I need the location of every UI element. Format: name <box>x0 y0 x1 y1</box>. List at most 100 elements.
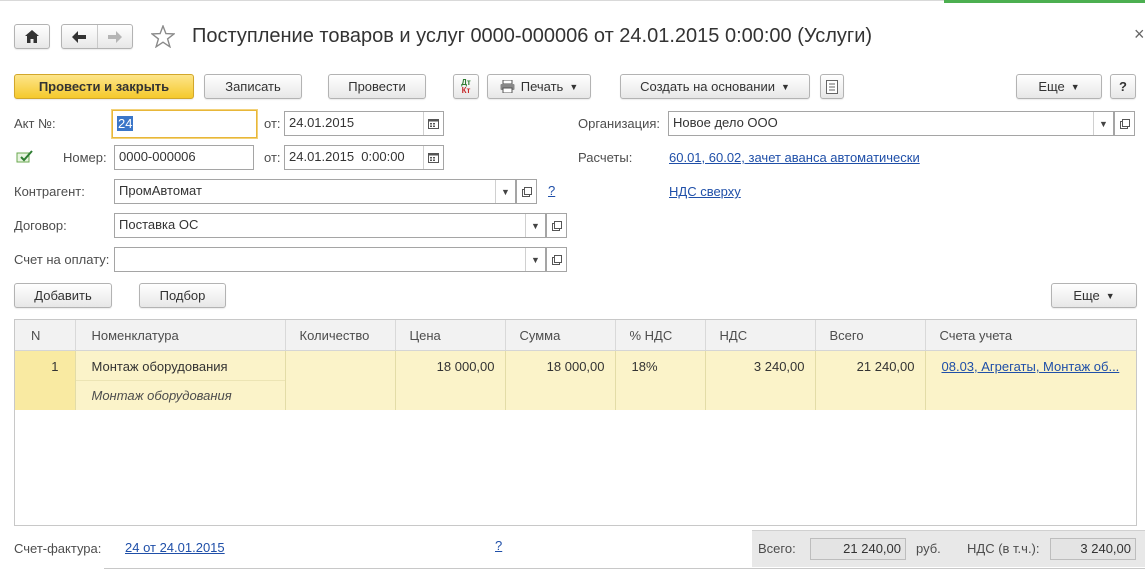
row-total[interactable]: 21 240,00 <box>815 350 926 410</box>
column-header-price[interactable]: Цена <box>395 320 506 351</box>
post-button[interactable]: Провести <box>328 74 426 99</box>
open-external-icon <box>521 186 532 197</box>
forward-button[interactable] <box>98 25 133 48</box>
currency-label: руб. <box>916 541 941 556</box>
vat-total-value: 3 240,00 <box>1050 538 1136 560</box>
arrow-left-icon <box>72 30 87 43</box>
column-header-quantity[interactable]: Количество <box>285 320 396 351</box>
open-contractor-button[interactable] <box>516 179 537 204</box>
row-accounts[interactable]: 08.03, Агрегаты, Монтаж об... <box>925 350 1136 410</box>
settlements-link[interactable]: 60.01, 60.02, зачет аванса автоматически <box>669 150 920 165</box>
organization-label: Организация: <box>578 116 661 131</box>
nav-history-group <box>61 24 133 49</box>
row-quantity[interactable] <box>285 350 396 410</box>
post-and-close-button[interactable]: Провести и закрыть <box>14 74 194 99</box>
favorite-star-icon[interactable] <box>150 24 176 51</box>
row-vat-rate[interactable]: 18% <box>615 350 706 410</box>
organization-value: Новое дело ООО <box>673 115 778 130</box>
more-button[interactable]: Еще ▼ <box>1016 74 1102 99</box>
column-header-nomenclature[interactable]: Номенклатура <box>75 320 286 351</box>
open-external-icon <box>551 254 562 265</box>
calendar-icon[interactable] <box>423 112 443 135</box>
close-icon[interactable]: × <box>1134 24 1145 45</box>
vat-on-top-link[interactable]: НДС сверху <box>669 184 741 199</box>
row-vat[interactable]: 3 240,00 <box>705 350 816 410</box>
chevron-down-icon: ▼ <box>1105 290 1115 301</box>
row-nomenclature[interactable]: Монтаж оборудования Монтаж оборудования <box>75 350 286 410</box>
open-organization-button[interactable] <box>1114 111 1135 136</box>
page-title: Поступление товаров и услуг 0000-000006 … <box>192 25 873 47</box>
more-label: Еще <box>1038 79 1065 94</box>
dropdown-icon[interactable]: ▼ <box>525 248 545 271</box>
act-date-label: от: <box>264 116 281 131</box>
back-button[interactable] <box>62 25 98 48</box>
services-grid: N Номенклатура Количество Цена Сумма % Н… <box>15 320 1136 410</box>
contract-value: Поставка ОС <box>119 217 199 232</box>
pick-button[interactable]: Подбор <box>139 283 226 308</box>
invoice-label: Счет-фактура: <box>14 541 102 556</box>
add-row-button[interactable]: Добавить <box>14 283 112 308</box>
help-button[interactable]: ? <box>1110 74 1136 99</box>
table-more-label: Еще <box>1073 288 1100 303</box>
home-icon <box>25 30 39 43</box>
act-date-value: 24.01.2015 <box>289 115 355 130</box>
top-divider <box>0 0 944 1</box>
row-sum[interactable]: 18 000,00 <box>505 350 616 410</box>
act-date-input[interactable]: 24.01.2015 <box>284 111 444 136</box>
total-label: Всего: <box>758 541 796 556</box>
dt-kt-button[interactable]: Дт Кт <box>453 74 479 99</box>
number-label: Номер: <box>63 150 107 165</box>
contract-label: Договор: <box>14 218 67 233</box>
act-number-label: Акт №: <box>14 116 56 131</box>
dt-kt-icon-bottom: Кт <box>461 85 471 95</box>
act-number-value: 24 <box>117 116 134 131</box>
services-table: N Номенклатура Количество Цена Сумма % Н… <box>14 319 1137 526</box>
open-external-icon <box>551 220 562 231</box>
footer-help-link[interactable]: ? <box>495 538 502 553</box>
document-report-icon <box>826 79 838 94</box>
chevron-down-icon: ▼ <box>780 81 790 92</box>
column-header-total[interactable]: Всего <box>815 320 926 351</box>
open-external-icon <box>1119 118 1130 129</box>
invoice-link[interactable]: 24 от 24.01.2015 <box>125 540 225 555</box>
printer-icon <box>500 80 515 93</box>
dropdown-icon[interactable]: ▼ <box>1093 112 1113 135</box>
settlements-label: Расчеты: <box>578 150 633 165</box>
report-button[interactable] <box>820 74 844 99</box>
column-header-accounts[interactable]: Счета учета <box>925 320 1136 351</box>
home-button[interactable] <box>14 24 50 49</box>
number-date-input[interactable]: 24.01.2015 0:00:00 <box>284 145 444 170</box>
act-number-input[interactable]: 24 <box>112 110 257 138</box>
open-invoice-for-payment-button[interactable] <box>546 247 567 272</box>
contractor-input[interactable]: ПромАвтомат ▼ <box>114 179 516 204</box>
open-contract-button[interactable] <box>546 213 567 238</box>
contractor-value: ПромАвтомат <box>119 183 202 198</box>
column-header-n[interactable]: N <box>15 320 76 351</box>
column-header-vat-rate[interactable]: % НДС <box>615 320 706 351</box>
table-more-button[interactable]: Еще ▼ <box>1051 283 1137 308</box>
save-button[interactable]: Записать <box>204 74 302 99</box>
table-row[interactable]: 1 Монтаж оборудования Монтаж оборудовани… <box>15 350 1136 410</box>
row-accounts-link[interactable]: 08.03, Агрегаты, Монтаж об... <box>942 359 1120 374</box>
print-button[interactable]: Печать ▼ <box>487 74 591 99</box>
column-header-sum[interactable]: Сумма <box>505 320 616 351</box>
dropdown-icon[interactable]: ▼ <box>525 214 545 237</box>
contractor-help-link[interactable]: ? <box>548 183 555 198</box>
column-header-vat[interactable]: НДС <box>705 320 816 351</box>
bottom-divider <box>104 568 1145 569</box>
calendar-icon[interactable] <box>423 146 443 169</box>
dropdown-icon[interactable]: ▼ <box>495 180 515 203</box>
total-value: 21 240,00 <box>810 538 906 560</box>
top-accent-bar <box>944 0 1145 3</box>
invoice-for-payment-input[interactable]: ▼ <box>114 247 546 272</box>
number-input[interactable]: 0000-000006 <box>114 145 254 170</box>
contractor-label: Контрагент: <box>14 184 85 199</box>
row-price[interactable]: 18 000,00 <box>395 350 506 410</box>
row-number[interactable]: 1 <box>15 350 76 410</box>
arrow-right-icon <box>107 30 122 43</box>
number-date-value: 24.01.2015 0:00:00 <box>289 149 405 164</box>
organization-input[interactable]: Новое дело ООО ▼ <box>668 111 1114 136</box>
create-based-on-button[interactable]: Создать на основании ▼ <box>620 74 810 99</box>
chevron-down-icon: ▼ <box>569 81 579 92</box>
contract-input[interactable]: Поставка ОС ▼ <box>114 213 546 238</box>
